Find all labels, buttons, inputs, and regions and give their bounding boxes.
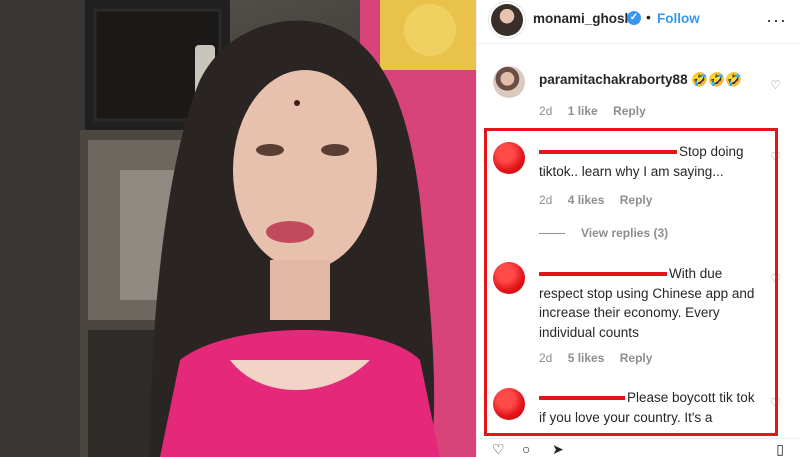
author-avatar[interactable] bbox=[491, 4, 523, 36]
redaction-mark bbox=[539, 150, 677, 155]
comment-meta: 2d 4 likes Reply bbox=[539, 193, 664, 207]
reply-button[interactable]: Reply bbox=[613, 104, 646, 118]
view-replies-button[interactable]: View replies (3) bbox=[539, 226, 668, 240]
like-comment-heart-icon[interactable]: ♡ bbox=[770, 272, 781, 286]
like-comment-heart-icon[interactable]: ♡ bbox=[770, 396, 781, 410]
comment-text: With due respect stop using Chinese app … bbox=[539, 266, 755, 340]
comment-body: Please boycott tik tok if you love your … bbox=[539, 388, 759, 427]
header-separator: • bbox=[646, 9, 651, 25]
comment-meta: 2d 1 like Reply bbox=[539, 104, 658, 118]
post-action-bar: ♡ ○ ➤ ▯ bbox=[476, 438, 800, 457]
like-comment-heart-icon[interactable]: ♡ bbox=[770, 150, 781, 164]
heart-icon[interactable]: ♡ bbox=[492, 441, 505, 457]
comment-body: With due respect stop using Chinese app … bbox=[539, 264, 759, 342]
comment-icon[interactable]: ○ bbox=[522, 441, 530, 457]
commenter-username[interactable]: paramitachakraborty88 bbox=[539, 72, 688, 87]
post-header: monami_ghosh ✓ • Follow ··· bbox=[477, 0, 800, 44]
comment-likes[interactable]: 4 likes bbox=[568, 193, 605, 207]
reply-button[interactable]: Reply bbox=[620, 351, 653, 365]
comment-time: 2d bbox=[539, 351, 553, 365]
more-options-icon[interactable]: ··· bbox=[766, 10, 787, 31]
redaction-mark bbox=[539, 272, 667, 277]
replies-divider bbox=[539, 233, 565, 235]
comment-likes[interactable]: 1 like bbox=[568, 104, 598, 118]
comment-text: 🤣🤣🤣 bbox=[691, 72, 742, 87]
comment-body: paramitachakraborty88 🤣🤣🤣 bbox=[539, 70, 759, 90]
comment-text: Stop doing tiktok.. learn why I am sayin… bbox=[539, 144, 744, 179]
verified-badge-icon: ✓ bbox=[627, 11, 641, 25]
comment-meta: 2d 5 likes Reply bbox=[539, 351, 664, 365]
comments-panel: monami_ghosh ✓ • Follow ··· paramitachak… bbox=[476, 0, 800, 457]
view-replies-label[interactable]: View replies (3) bbox=[581, 226, 668, 240]
post-photo-art bbox=[0, 0, 476, 457]
commenter-avatar[interactable] bbox=[493, 142, 525, 174]
comment-likes[interactable]: 5 likes bbox=[568, 351, 605, 365]
bookmark-icon[interactable]: ▯ bbox=[776, 441, 784, 457]
redaction-mark bbox=[539, 396, 625, 401]
share-icon[interactable]: ➤ bbox=[552, 441, 564, 457]
author-username[interactable]: monami_ghosh bbox=[533, 11, 633, 26]
follow-button[interactable]: Follow bbox=[657, 11, 700, 26]
comment-body: Stop doing tiktok.. learn why I am sayin… bbox=[539, 142, 759, 181]
comment-time: 2d bbox=[539, 193, 553, 207]
comment-text: Please boycott tik tok if you love your … bbox=[539, 390, 755, 425]
reply-button[interactable]: Reply bbox=[620, 193, 653, 207]
commenter-avatar[interactable] bbox=[493, 388, 525, 420]
commenter-avatar[interactable] bbox=[493, 262, 525, 294]
post-photo[interactable] bbox=[0, 0, 476, 457]
like-comment-heart-icon[interactable]: ♡ bbox=[770, 78, 781, 92]
comment-time: 2d bbox=[539, 104, 553, 118]
commenter-avatar[interactable] bbox=[493, 66, 525, 98]
